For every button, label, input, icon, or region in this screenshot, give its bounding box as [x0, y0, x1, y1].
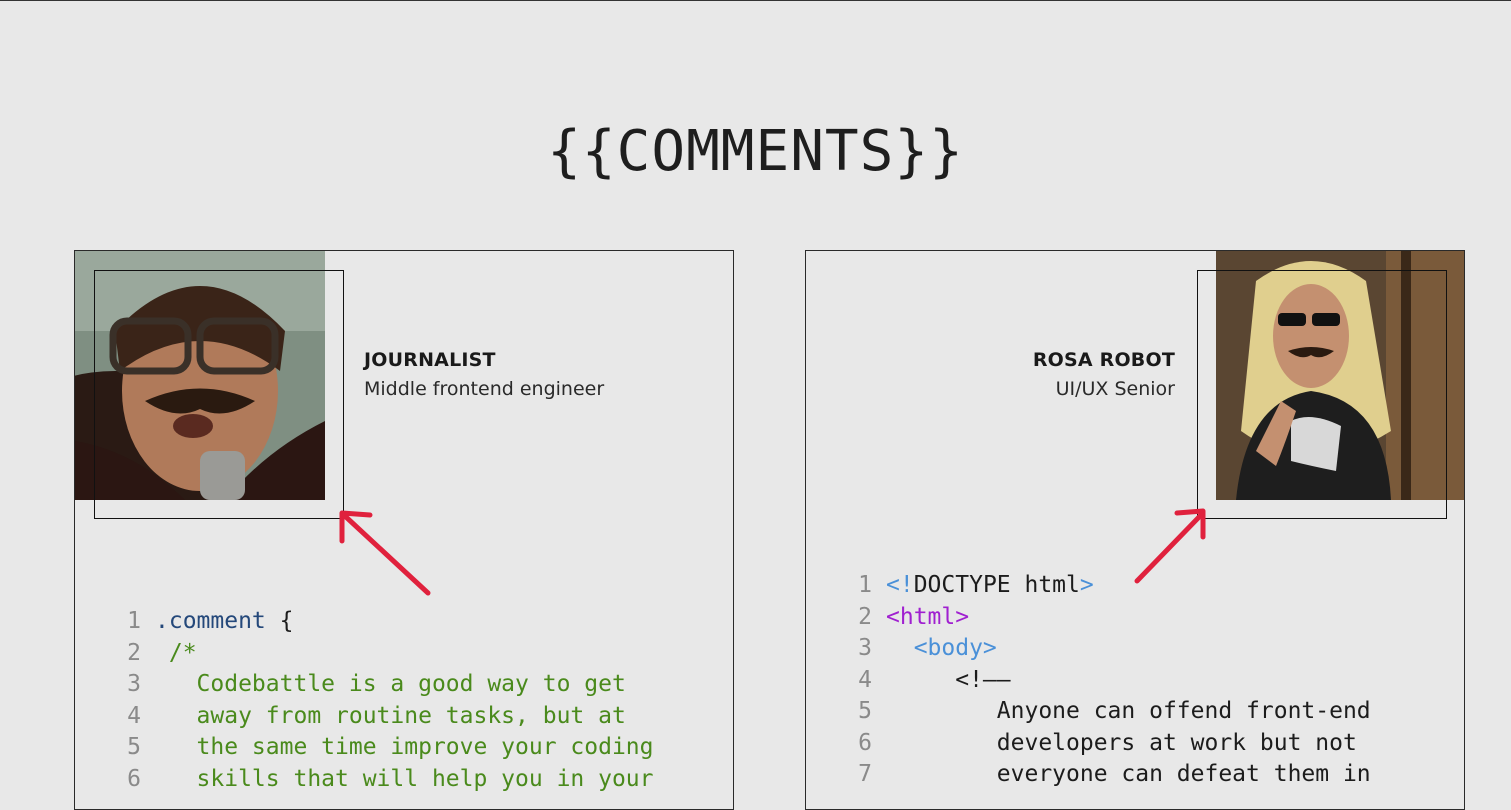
code-line: 4 away from routine tasks, but at — [113, 701, 654, 733]
author-role: UI/UX Senior — [1055, 378, 1175, 400]
code-token: <!—— — [886, 666, 1011, 693]
code-token: DOCTYPE html — [913, 572, 1080, 598]
code-token: > — [1079, 572, 1094, 598]
code-line: 5 the same time improve your coding — [113, 732, 654, 764]
code-token: <html> — [886, 603, 970, 630]
line-number: 4 — [127, 702, 141, 729]
line-number: 5 — [127, 734, 141, 760]
line-number: 7 — [858, 761, 872, 787]
code-line: 1 .comment { — [113, 606, 654, 638]
line-number: 6 — [127, 765, 141, 792]
code-token: the same time improve your coding — [155, 734, 654, 760]
code-line: 2 /* — [113, 638, 654, 670]
code-token: everyone can defeat them in — [886, 761, 1371, 787]
code-token: Codebattle is a good way to get — [155, 671, 626, 697]
code-line: 6 developers at work but not — [844, 728, 1371, 760]
photo-frame — [94, 270, 344, 519]
code-line: 2 <html> — [844, 602, 1371, 634]
code-line: 5 Anyone can offend front-end — [844, 696, 1371, 728]
code-token: /* — [155, 639, 197, 666]
photo-frame — [1197, 270, 1447, 519]
red-arrow-icon — [339, 510, 431, 596]
code-line: 6 skills that will help you in your — [113, 764, 654, 796]
code-snippet: 1 <!DOCTYPE html> 2 <html> 3 <body> 4 <!—— 5 A… — [844, 570, 1371, 791]
code-token: { — [265, 608, 294, 634]
author-name: JOURNALIST — [364, 349, 496, 371]
code-token: developers at work but not — [886, 729, 1357, 756]
line-number: 2 — [127, 639, 141, 666]
author-name: ROSA ROBOT — [1032, 349, 1175, 371]
line-number: 4 — [858, 666, 872, 693]
line-number: 5 — [858, 698, 872, 724]
code-token: away from routine tasks, but at — [155, 702, 626, 729]
red-arrow-icon — [1134, 508, 1206, 584]
code-line: 4 <!—— — [844, 665, 1371, 697]
line-number: 3 — [858, 635, 872, 661]
page-title: {{COMMENTS}} — [547, 119, 964, 184]
line-number: 6 — [858, 729, 872, 756]
line-number: 1 — [858, 572, 872, 598]
author-role: Middle frontend engineer — [364, 378, 605, 400]
code-snippet: 1 .comment {2 /* 3 Codebattle is a good wa… — [113, 606, 654, 796]
code-token: <! — [886, 572, 914, 598]
code-line: 1 <!DOCTYPE html> — [844, 570, 1371, 602]
line-number: 3 — [127, 671, 141, 697]
code-line: 7 everyone can defeat them in — [844, 759, 1371, 791]
code-token: <body> — [886, 635, 997, 661]
code-line: 3 <body> — [844, 633, 1371, 665]
code-token: .comment — [155, 608, 266, 634]
line-number: 1 — [127, 608, 141, 634]
code-line: 3 Codebattle is a good way to get — [113, 669, 654, 701]
code-token: Anyone can offend front-end — [886, 698, 1371, 724]
code-token: skills that will help you in your — [155, 765, 654, 792]
line-number: 2 — [858, 603, 872, 630]
